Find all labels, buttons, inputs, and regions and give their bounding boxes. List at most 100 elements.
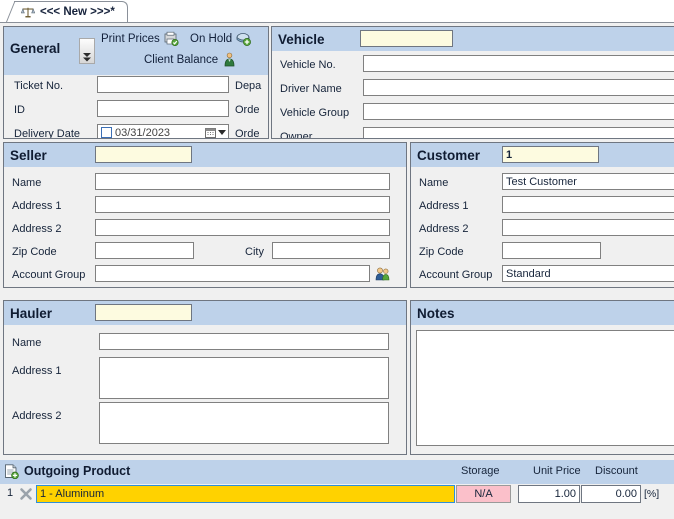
calendar-icon: [205, 127, 216, 138]
client-balance-icon: [222, 52, 237, 67]
tab-strip: <<< New >>>*: [0, 0, 674, 23]
vehicle-panel-header: Vehicle: [272, 27, 674, 51]
tab-new-ticket[interactable]: <<< New >>>*: [14, 1, 128, 22]
owner-input[interactable]: [363, 127, 674, 138]
seller-panel: Seller Name Address 1 Address 2 Zip Code…: [3, 142, 407, 288]
seller-city-input[interactable]: [272, 242, 390, 259]
vehicle-panel: Vehicle Vehicle No. Driver Name Vehicle …: [271, 26, 674, 139]
seller-account-group-input[interactable]: [95, 265, 370, 282]
owner-label: Owner: [280, 131, 313, 139]
print-prices-label: Print Prices: [101, 32, 160, 45]
hauler-address1-input[interactable]: [99, 357, 389, 399]
delivery-date-field[interactable]: 03/31/2023: [97, 124, 229, 138]
seller-key-input[interactable]: [95, 146, 192, 163]
column-discount: Discount: [595, 465, 638, 477]
vehicle-group-label: Vehicle Group: [280, 107, 350, 119]
seller-panel-title: Seller: [10, 147, 47, 163]
vehicle-group-input[interactable]: [363, 103, 674, 120]
ticket-no-input[interactable]: [97, 76, 229, 93]
general-panel-title: General: [10, 41, 61, 56]
on-hold-label: On Hold: [190, 32, 233, 45]
order-label-clipped-1: Orde: [235, 104, 260, 116]
general-panel: General Print Prices On Hold Client Bala…: [3, 26, 269, 139]
hauler-panel: Hauler Name Address 1 Address 2: [3, 300, 407, 455]
hauler-address1-label: Address 1: [12, 365, 62, 377]
seller-panel-header: Seller: [4, 143, 406, 167]
driver-name-label: Driver Name: [280, 83, 342, 95]
client-balance-label: Client Balance: [144, 53, 219, 66]
notes-input[interactable]: [416, 330, 674, 446]
application-window: <<< New >>>* General Print Prices On Hol…: [0, 0, 674, 519]
outgoing-product-header: Outgoing Product Storage Unit Price Disc…: [0, 460, 674, 484]
ticket-no-label: Ticket No.: [14, 80, 64, 92]
client-balance-button[interactable]: Client Balance: [144, 52, 237, 67]
seller-city-label: City: [245, 246, 264, 258]
department-label-clipped: Depa: [235, 80, 262, 92]
on-hold-toggle[interactable]: On Hold: [190, 31, 252, 46]
customer-address2-input[interactable]: [502, 219, 674, 236]
hauler-address2-label: Address 2: [12, 410, 62, 422]
hauler-name-input[interactable]: [99, 333, 389, 350]
tab-label: <<< New >>>*: [40, 6, 115, 18]
customer-panel-title: Customer: [417, 147, 481, 163]
customer-name-input[interactable]: [502, 173, 674, 190]
document-add-icon[interactable]: [4, 464, 19, 480]
scale-balance-icon: [20, 6, 36, 19]
discount-unit-label: [%]: [644, 488, 660, 500]
customer-zip-label: Zip Code: [419, 246, 464, 258]
delivery-date-label: Delivery Date: [14, 128, 81, 139]
customer-address2-label: Address 2: [419, 223, 469, 235]
delivery-date-picker-button[interactable]: [205, 127, 226, 138]
expand-down-icon: [83, 52, 92, 65]
row-number: 1: [7, 487, 14, 499]
customer-key-input[interactable]: [502, 146, 599, 163]
storage-cell[interactable]: N/A: [456, 485, 511, 503]
column-unit-price: Unit Price: [533, 465, 581, 477]
customer-name-label: Name: [419, 177, 449, 189]
seller-name-label: Name: [12, 177, 42, 189]
general-expander-button[interactable]: [79, 38, 95, 64]
seller-zip-input[interactable]: [95, 242, 194, 259]
hauler-name-label: Name: [12, 337, 42, 349]
notes-panel-header: Notes: [411, 301, 674, 325]
vehicle-no-label: Vehicle No.: [280, 59, 336, 71]
vehicle-no-input[interactable]: [363, 55, 674, 72]
print-prices-icon: [164, 31, 179, 47]
customer-address1-label: Address 1: [419, 200, 469, 212]
order-label-clipped-2: Orde: [235, 128, 260, 139]
hauler-address2-input[interactable]: [99, 402, 389, 444]
customer-panel-header: Customer: [411, 143, 674, 167]
delivery-date-checkbox[interactable]: [101, 127, 112, 138]
customer-address1-input[interactable]: [502, 196, 674, 213]
user-group-add-icon[interactable]: [375, 266, 391, 281]
chevron-down-icon: [218, 130, 226, 135]
on-hold-icon: [236, 31, 252, 46]
vehicle-panel-title: Vehicle: [278, 31, 325, 47]
customer-account-group-label: Account Group: [419, 269, 493, 281]
seller-address1-label: Address 1: [12, 200, 62, 212]
general-panel-header: General Print Prices On Hold Client Bala…: [4, 27, 268, 75]
print-prices-toggle[interactable]: Print Prices: [101, 31, 179, 47]
column-storage: Storage: [461, 465, 500, 477]
seller-address2-label: Address 2: [12, 223, 62, 235]
seller-name-input[interactable]: [95, 173, 390, 190]
customer-zip-input[interactable]: [502, 242, 601, 259]
unit-price-cell[interactable]: 1.00: [518, 485, 580, 503]
vehicle-key-input[interactable]: [360, 30, 453, 47]
product-cell[interactable]: 1 - Aluminum: [36, 485, 455, 503]
customer-account-group-input[interactable]: [502, 265, 674, 282]
hauler-key-input[interactable]: [95, 304, 192, 321]
grid-footer: [0, 504, 674, 519]
customer-panel: Customer Name Address 1 Address 2 Zip Co…: [410, 142, 674, 288]
seller-account-group-label: Account Group: [12, 269, 86, 281]
notes-panel-title: Notes: [417, 305, 455, 321]
id-input[interactable]: [97, 100, 229, 117]
discount-cell[interactable]: 0.00: [581, 485, 641, 503]
outgoing-product-grid: Outgoing Product Storage Unit Price Disc…: [0, 460, 674, 519]
seller-address2-input[interactable]: [95, 219, 390, 236]
delete-x-icon[interactable]: [19, 487, 33, 501]
seller-address1-input[interactable]: [95, 196, 390, 213]
driver-name-input[interactable]: [363, 79, 674, 96]
hauler-panel-header: Hauler: [4, 301, 406, 325]
table-row[interactable]: 1 1 - Aluminum N/A 1.00 0.00 [%]: [0, 484, 674, 504]
